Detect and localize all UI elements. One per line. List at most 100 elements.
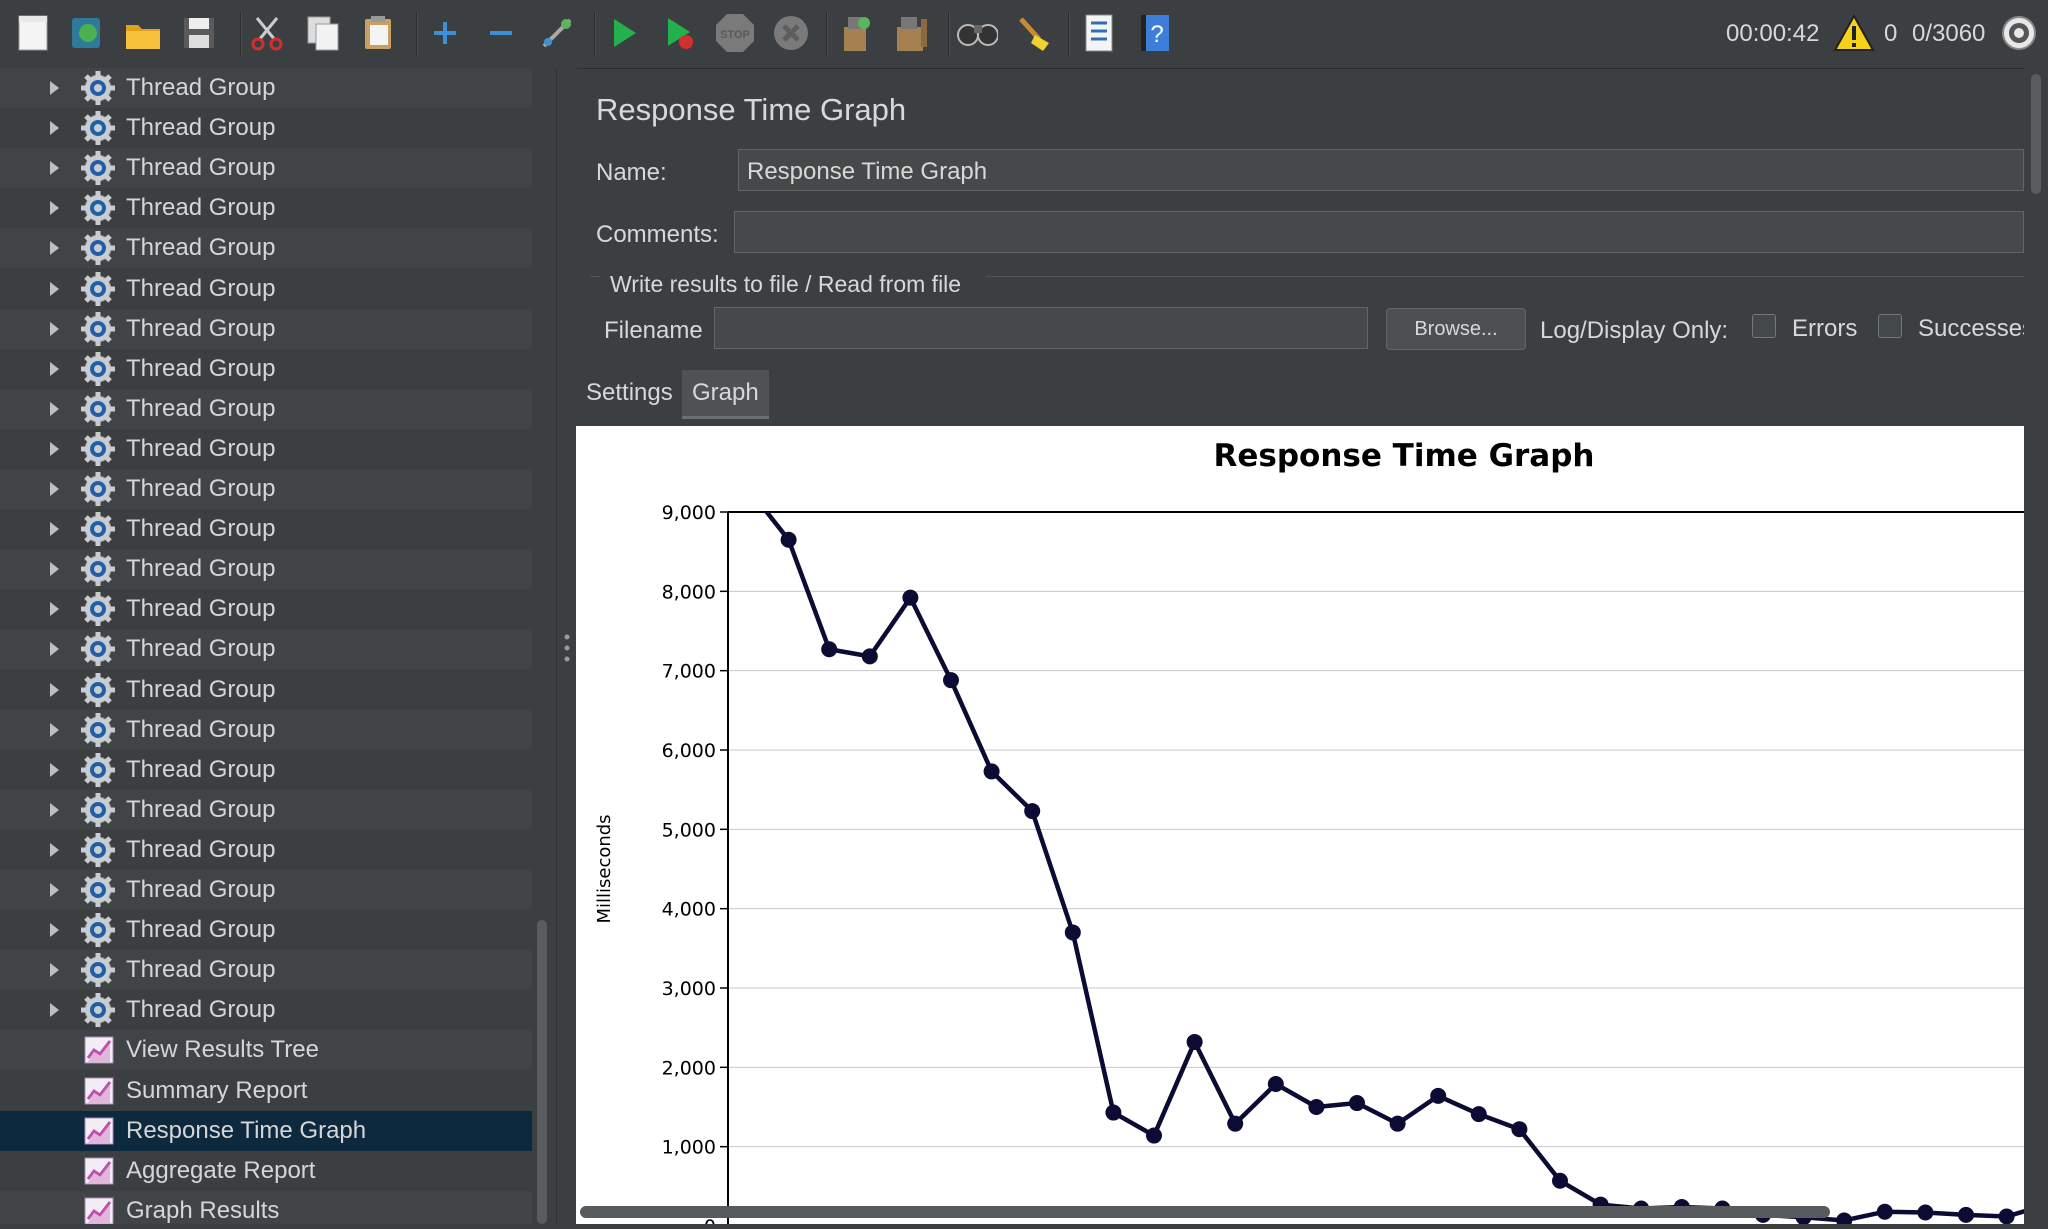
copy-icon[interactable] <box>302 12 344 54</box>
tree-item-thread-group[interactable]: Thread Group <box>0 910 532 950</box>
thread-group-icon <box>80 672 116 708</box>
tree-item-thread-group[interactable]: Thread Group <box>0 188 532 228</box>
tree-item-thread-group[interactable]: Thread Group <box>0 388 532 429</box>
warning-icon[interactable] <box>1833 12 1875 54</box>
tree-item-thread-group[interactable]: Thread Group <box>0 549 532 590</box>
expand-arrow-icon[interactable] <box>50 682 59 697</box>
expand-arrow-icon[interactable] <box>50 1003 59 1018</box>
browse-button[interactable]: Browse... <box>1386 308 1526 350</box>
expand-icon[interactable] <box>424 12 466 54</box>
successes-checkbox[interactable] <box>1878 314 1902 338</box>
tree-item-thread-group[interactable]: Thread Group <box>0 228 532 269</box>
new-icon[interactable] <box>12 12 54 54</box>
tree-item-label: Response Time Graph <box>126 1116 367 1144</box>
errors-checkbox[interactable] <box>1752 314 1776 338</box>
expand-arrow-icon[interactable] <box>50 482 59 496</box>
expand-arrow-icon[interactable] <box>50 241 59 256</box>
expand-arrow-icon[interactable] <box>50 802 59 817</box>
tree-item-thread-group[interactable]: Thread Group <box>0 108 532 148</box>
tree-item-thread-group[interactable]: Thread Group <box>0 629 532 670</box>
tree-item-response-time-graph[interactable]: Response Time Graph <box>0 1110 532 1151</box>
tree-item-thread-group[interactable]: Thread Group <box>0 870 532 910</box>
cut-icon[interactable] <box>246 12 288 54</box>
tree-item-thread-group[interactable]: Thread Group <box>0 990 532 1030</box>
tree-item-view-results-tree[interactable]: View Results Tree <box>0 1030 532 1071</box>
expand-arrow-icon[interactable] <box>50 441 59 456</box>
tree-item-thread-group[interactable]: Thread Group <box>0 349 532 389</box>
tree-item-thread-group[interactable]: Thread Group <box>0 269 532 309</box>
tree-item-thread-group[interactable]: Thread Group <box>0 589 532 629</box>
expand-arrow-icon[interactable] <box>50 401 59 416</box>
clear-all-icon[interactable] <box>890 12 932 54</box>
thread-group-icon <box>80 551 116 587</box>
split-pane-divider[interactable] <box>556 68 577 1224</box>
templates-icon[interactable] <box>66 12 108 54</box>
comments-field[interactable] <box>734 211 2024 253</box>
tree-item-thread-group[interactable]: Thread Group <box>0 68 532 108</box>
expand-arrow-icon[interactable] <box>50 201 59 216</box>
tree-item-thread-group[interactable]: Thread Group <box>0 148 532 189</box>
tree-item-aggregate-report[interactable]: Aggregate Report <box>0 1151 532 1191</box>
expand-arrow-icon[interactable] <box>50 321 59 336</box>
paste-icon[interactable] <box>358 12 400 54</box>
search-icon[interactable] <box>956 12 998 54</box>
tab-settings[interactable]: Settings <box>576 370 683 416</box>
start-icon[interactable] <box>602 12 644 54</box>
expand-arrow-icon[interactable] <box>50 361 59 376</box>
expand-arrow-icon[interactable] <box>50 762 59 777</box>
right-pane-scrollbar[interactable] <box>2024 68 2048 1224</box>
expand-arrow-icon[interactable] <box>50 121 59 136</box>
expand-arrow-icon[interactable] <box>50 602 59 617</box>
tab-graph[interactable]: Graph <box>682 370 769 419</box>
tree-item-thread-group[interactable]: Thread Group <box>0 670 532 710</box>
expand-arrow-icon[interactable] <box>50 81 59 95</box>
shutdown-icon[interactable] <box>770 12 812 54</box>
tree-item-thread-group[interactable]: Thread Group <box>0 950 532 991</box>
tree-item-thread-group[interactable]: Thread Group <box>0 509 532 549</box>
tree-item-thread-group[interactable]: Thread Group <box>0 308 532 349</box>
clear-icon[interactable] <box>834 12 876 54</box>
filename-field[interactable] <box>714 307 1368 349</box>
expand-arrow-icon[interactable] <box>50 522 59 537</box>
y-tick-label: 2,000 <box>662 1057 716 1079</box>
tree-item-thread-group[interactable]: Thread Group <box>0 429 532 469</box>
save-icon[interactable] <box>178 12 220 54</box>
tree-scrollbar[interactable] <box>537 920 547 1224</box>
expand-arrow-icon[interactable] <box>50 842 59 857</box>
expand-arrow-icon[interactable] <box>50 883 59 897</box>
listener-icon <box>84 1197 114 1224</box>
tree-item-thread-group[interactable]: Thread Group <box>0 750 532 790</box>
reset-search-icon[interactable] <box>1012 12 1054 54</box>
open-icon[interactable] <box>122 12 164 54</box>
thread-group-icon <box>80 872 116 908</box>
thread-group-icon <box>80 631 116 667</box>
data-point <box>983 763 1000 780</box>
expand-arrow-icon[interactable] <box>50 281 59 296</box>
tree-item-thread-group[interactable]: Thread Group <box>0 789 532 830</box>
expand-arrow-icon[interactable] <box>50 722 59 737</box>
name-field[interactable]: Response Time Graph <box>738 149 2024 191</box>
start-no-pauses-icon[interactable] <box>658 12 700 54</box>
data-point <box>1958 1206 1974 1223</box>
thread-group-icon <box>80 351 116 387</box>
toggle-icon[interactable] <box>536 12 578 54</box>
tree-item-thread-group[interactable]: Thread Group <box>0 830 532 870</box>
file-section-title: Write results to file / Read from file <box>610 271 962 297</box>
stop-icon[interactable]: STOP <box>714 12 756 54</box>
tree-item-thread-group[interactable]: Thread Group <box>0 469 532 509</box>
expand-arrow-icon[interactable] <box>50 562 59 577</box>
filename-label: Filename <box>604 317 703 344</box>
expand-arrow-icon[interactable] <box>50 923 59 938</box>
expand-arrow-icon[interactable] <box>50 963 59 978</box>
tree-item-graph-results[interactable]: Graph Results <box>0 1190 532 1224</box>
expand-arrow-icon[interactable] <box>50 642 59 657</box>
help-icon[interactable]: ? <box>1134 12 1176 54</box>
toolbar: STOP ? 00:00:42 0 0/3060 <box>0 0 2048 69</box>
function-helper-icon[interactable] <box>1078 12 1120 54</box>
tree-item-summary-report[interactable]: Summary Report <box>0 1071 532 1111</box>
collapse-icon[interactable] <box>480 12 522 54</box>
data-point <box>1349 1095 1365 1112</box>
tree-item-thread-group[interactable]: Thread Group <box>0 709 532 750</box>
expand-arrow-icon[interactable] <box>50 161 59 176</box>
chart-horizontal-scrollbar[interactable] <box>580 1206 1830 1218</box>
